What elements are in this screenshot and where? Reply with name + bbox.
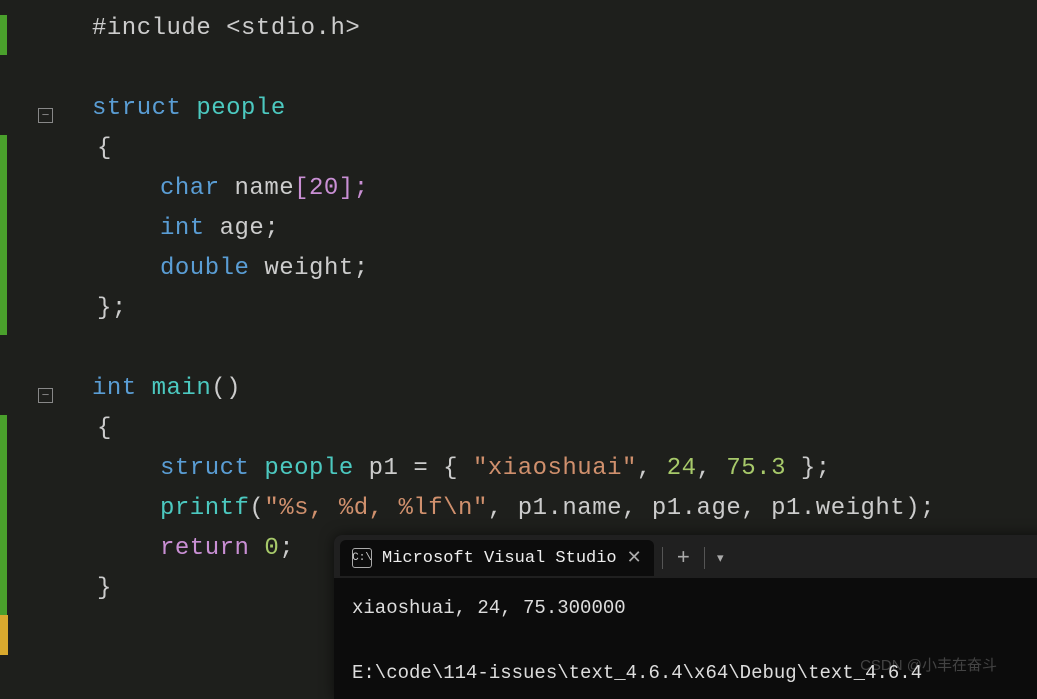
change-bar-yellow [0,615,8,655]
tab-divider [704,547,705,569]
chevron-down-icon[interactable]: ▾ [713,551,728,566]
add-tab-button[interactable]: + [671,546,696,571]
terminal-tab-title: Microsoft Visual Studio [382,549,617,568]
terminal-icon: C:\ [352,548,372,568]
terminal-tablist: C:\ Microsoft Visual Studio ✕ + ▾ [334,535,1037,578]
change-bar [0,15,7,55]
terminal-output: xiaoshuai, 24, 75.300000 E:\code\114-iss… [334,578,1037,699]
fold-toggle[interactable]: − [38,108,53,123]
tab-divider [662,547,663,569]
fold-toggle[interactable]: − [38,388,53,403]
watermark-text: CSDN @小丰在奋斗 [860,654,997,675]
terminal-tab[interactable]: C:\ Microsoft Visual Studio ✕ [340,540,654,576]
close-icon[interactable]: ✕ [627,547,642,569]
code-text: #include [92,15,211,42]
